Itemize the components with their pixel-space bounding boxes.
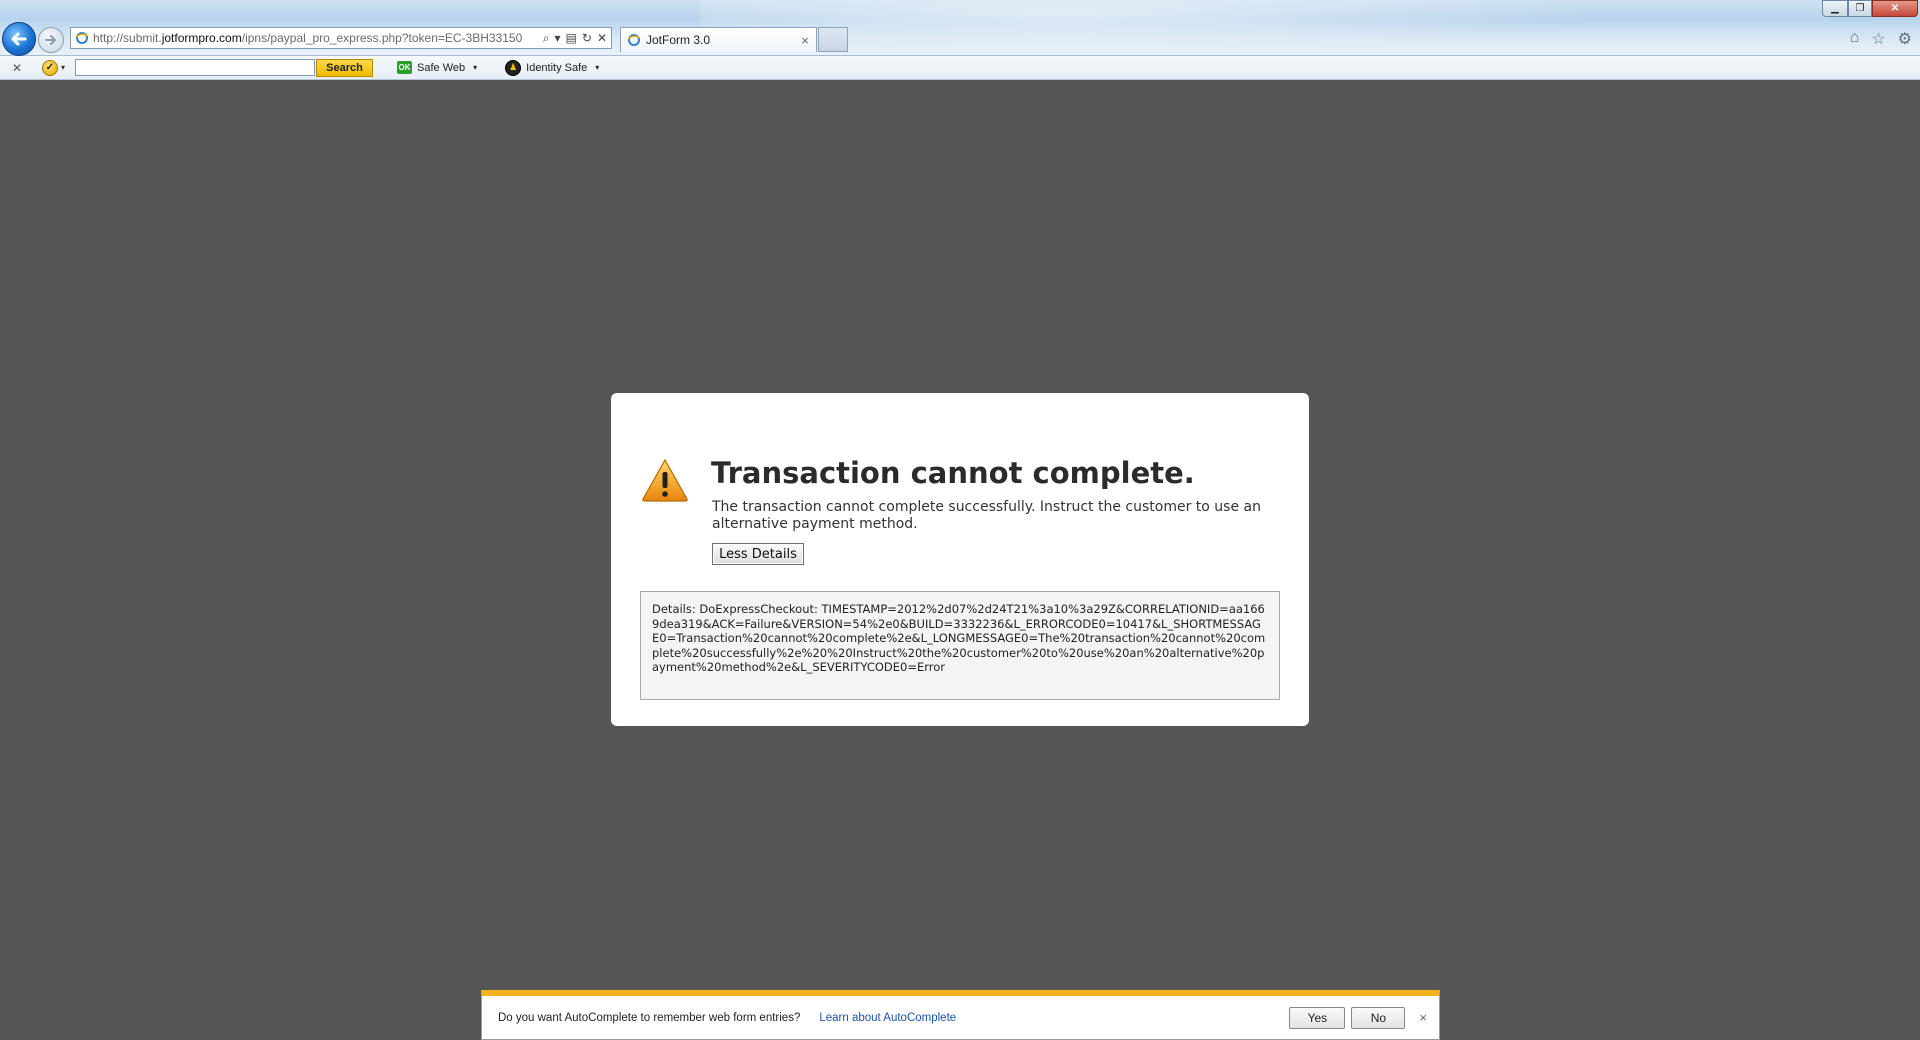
safe-web-ok-icon: OK <box>397 61 413 74</box>
search-icon[interactable]: ⌕ <box>543 31 550 46</box>
tab-title: JotForm 3.0 <box>646 33 711 47</box>
arrow-right-icon <box>45 35 57 45</box>
close-window-button[interactable]: ✕ <box>1872 0 1918 17</box>
tab-jotform[interactable]: JotForm 3.0 × <box>620 27 817 52</box>
browser-command-icons: ⌂ ☆ ⚙ <box>1850 29 1912 49</box>
close-notification-icon[interactable]: × <box>1419 1010 1427 1025</box>
dialog-message: The transaction cannot complete successf… <box>712 499 1261 532</box>
address-url[interactable]: http://submit.jotformpro.com/ipns/paypal… <box>93 31 543 45</box>
autocomplete-no-button[interactable]: No <box>1351 1006 1406 1029</box>
autocomplete-notification-bar: Do you want AutoComplete to remember web… <box>481 990 1440 1040</box>
safe-web-menu[interactable]: OK Safe Web ▾ <box>397 61 477 74</box>
transaction-error-dialog: Transaction cannot complete. The transac… <box>611 393 1309 726</box>
chevron-down-icon[interactable]: ▾ <box>555 31 561 46</box>
back-button[interactable] <box>2 22 36 56</box>
address-tools: ⌕ ▾ ▤ ↻ ✕ <box>543 31 611 46</box>
identity-safe-menu[interactable]: ♟ Identity Safe ▾ <box>505 59 600 76</box>
warning-icon <box>642 458 688 502</box>
identity-safe-icon: ♟ <box>505 59 522 76</box>
arrow-left-icon <box>11 32 27 46</box>
toolbar-search-button[interactable]: Search <box>316 58 374 77</box>
less-details-button[interactable]: Less Details <box>712 543 804 565</box>
norton-toolbar: ✕ ✓ ▾ Search OK Safe Web ▾ ♟ Identity Sa… <box>0 56 1920 80</box>
gear-icon[interactable]: ⚙ <box>1898 29 1912 49</box>
close-tab-icon[interactable]: × <box>798 33 812 48</box>
chevron-down-icon: ▾ <box>595 63 600 72</box>
maximize-button[interactable]: ❐ <box>1848 0 1872 17</box>
ie-page-icon <box>627 34 641 46</box>
dialog-title: Transaction cannot complete. <box>711 456 1195 490</box>
safe-web-label: Safe Web <box>417 61 466 74</box>
compatibility-view-icon[interactable]: ▤ <box>566 31 577 46</box>
close-toolbar-icon[interactable]: ✕ <box>12 61 26 75</box>
browser-titlebar: http://submit.jotformpro.com/ipns/paypal… <box>0 0 1920 56</box>
favorites-star-icon[interactable]: ☆ <box>1871 29 1885 49</box>
minimize-button[interactable]: ▁ <box>1822 0 1848 17</box>
chevron-down-icon: ▾ <box>473 63 478 72</box>
identity-safe-label: Identity Safe <box>526 61 588 74</box>
refresh-icon[interactable]: ↻ <box>582 31 592 46</box>
norton-check-icon[interactable]: ✓ <box>42 59 58 76</box>
toolbar-search-input[interactable] <box>75 59 316 76</box>
address-bar[interactable]: http://submit.jotformpro.com/ipns/paypal… <box>70 27 612 49</box>
error-details-box: Details: DoExpressCheckout: TIMESTAMP=20… <box>640 591 1280 700</box>
learn-autocomplete-link[interactable]: Learn about AutoComplete <box>819 1012 956 1024</box>
stop-icon[interactable]: ✕ <box>597 31 607 46</box>
ie-page-icon <box>75 32 89 44</box>
new-tab-button[interactable] <box>818 27 848 52</box>
autocomplete-yes-button[interactable]: Yes <box>1289 1006 1346 1029</box>
home-icon[interactable]: ⌂ <box>1850 29 1860 49</box>
autocomplete-question: Do you want AutoComplete to remember web… <box>498 1011 801 1024</box>
chevron-down-icon[interactable]: ▾ <box>61 63 65 72</box>
forward-button[interactable] <box>38 27 64 53</box>
window-controls: ▁ ❐ ✕ <box>1822 0 1918 17</box>
